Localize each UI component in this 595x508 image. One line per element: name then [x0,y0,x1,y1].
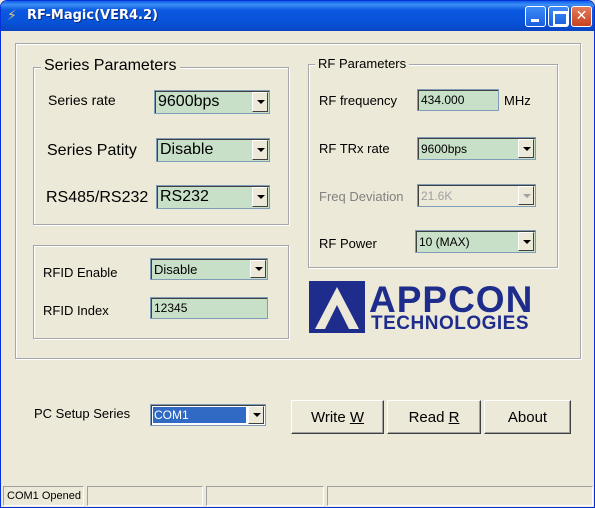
rf-trx-rate-select[interactable]: 9600bps [417,137,536,160]
chevron-down-icon[interactable] [252,92,268,112]
appcon-logo: APPCON TECHNOLOGIES [309,279,559,335]
frequency-unit: MHz [504,93,531,108]
freq-deviation-select: 21.6K [417,184,536,207]
rf-parameters-title: RF Parameters [315,56,410,71]
minimize-button[interactable] [525,6,546,27]
rf-power-label: RF Power [319,236,377,251]
status-pane-2 [87,486,203,506]
maximize-button[interactable] [548,6,569,27]
antenna-icon: ⚡ [7,8,17,24]
rfid-enable-label: RFID Enable [43,265,118,280]
rf-power-select[interactable]: 10 (MAX) [415,230,536,253]
rf-trx-rate-label: RF TRx rate [319,141,390,156]
rfid-index-input[interactable]: 12345 [150,297,268,319]
rfid-index-label: RFID Index [43,303,109,318]
series-parity-label: Series Patity [47,142,137,159]
chevron-down-icon[interactable] [518,232,534,251]
status-pane-3 [206,486,324,506]
chevron-down-icon [518,186,534,205]
status-pane-connection: COM1 Opened [3,486,84,506]
app-window: ⚡ RF-Magic(VER4.2) ✕ Series Parameters S… [0,0,595,508]
series-parity-select[interactable]: Disable [156,138,270,162]
window-title: RF-Magic(VER4.2) [27,8,158,23]
write-button[interactable]: Write W [291,400,384,434]
chevron-down-icon[interactable] [518,139,534,158]
rfid-enable-select[interactable]: Disable [150,258,268,280]
chevron-down-icon[interactable] [252,187,268,207]
appcon-logo-mark [309,281,365,333]
title-bar[interactable]: ⚡ RF-Magic(VER4.2) ✕ [1,1,594,31]
logo-sub-text: TECHNOLOGIES [371,313,530,334]
chevron-down-icon[interactable] [250,260,266,278]
close-button[interactable]: ✕ [571,6,592,27]
pc-setup-label: PC Setup Series [34,406,131,421]
chevron-down-icon[interactable] [248,406,264,424]
interface-label: RS485/RS232 [46,189,149,206]
read-button[interactable]: Read R [387,400,481,434]
status-pane-4 [327,486,593,506]
freq-deviation-label: Freq Deviation [319,189,404,204]
status-bar: COM1 Opened [1,484,594,507]
series-parameters-title: Series Parameters [41,57,180,75]
interface-select[interactable]: RS232 [156,185,270,209]
series-rate-label: Series rate [48,92,116,108]
rf-frequency-label: RF frequency [319,93,398,108]
chevron-down-icon[interactable] [252,140,268,160]
series-rate-select[interactable]: 9600bps [154,90,270,114]
rf-frequency-input[interactable]: 434.000 [417,89,499,111]
com-port-select[interactable]: COM1 [150,404,266,426]
about-button[interactable]: About [484,400,571,434]
